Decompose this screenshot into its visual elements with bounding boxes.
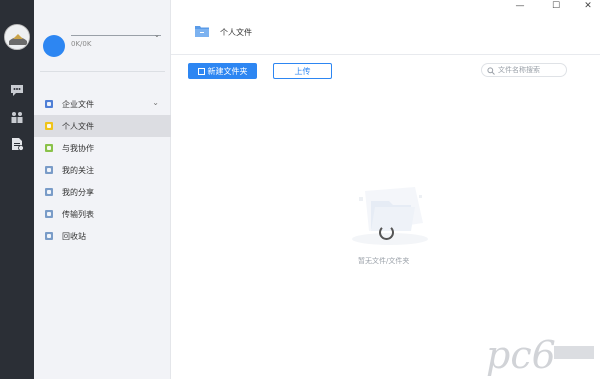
enterprise-folder-icon [45, 100, 53, 108]
sidebar-item-label: 企业文件 [62, 99, 94, 109]
app-logo[interactable] [4, 24, 30, 50]
upload-button[interactable]: 上传 [273, 63, 332, 79]
search-icon [487, 67, 495, 75]
sidebar: ⌄ 0K/0K 企业文件 ⌄ 个人文件 与我协作 我的关注 我的分享 传输列表 [34, 0, 171, 379]
divider [40, 71, 165, 72]
sidebar-item-personal-files[interactable]: 个人文件 [34, 115, 171, 137]
new-folder-label: 新建文件夹 [207, 66, 248, 76]
follow-icon [45, 166, 53, 174]
add-folder-icon [197, 67, 205, 75]
pc6-watermark: pc6 [486, 330, 596, 377]
share-icon [45, 188, 53, 196]
sidebar-item-label: 与我协作 [62, 143, 94, 153]
chevron-down-icon[interactable]: ⌄ [154, 31, 160, 39]
empty-state-text: 暂无文件/文件夹 [358, 257, 410, 265]
contacts-icon[interactable] [10, 110, 24, 124]
quota-text: 0K/0K [71, 40, 92, 48]
transfer-icon [45, 210, 53, 218]
sidebar-item-transfers[interactable]: 传输列表 [34, 203, 171, 225]
chevron-down-icon[interactable]: ⌄ [152, 98, 159, 107]
sidebar-nav: 企业文件 ⌄ 个人文件 与我协作 我的关注 我的分享 传输列表 回收站 [34, 93, 171, 247]
files-icon[interactable] [10, 137, 24, 151]
sidebar-item-label: 回收站 [62, 231, 86, 241]
sidebar-item-label: 传输列表 [62, 209, 94, 219]
personal-folder-icon [45, 122, 53, 130]
quota-bar [71, 35, 161, 36]
empty-folder-illustration [345, 183, 430, 251]
maximize-button[interactable]: ☐ [546, 0, 566, 12]
title-bar: — ☐ ✕ [171, 0, 600, 13]
new-folder-button[interactable]: 新建文件夹 [188, 63, 257, 79]
minimize-button[interactable]: — [510, 0, 530, 12]
close-button[interactable]: ✕ [578, 0, 598, 12]
sidebar-item-label: 我的分享 [62, 187, 94, 197]
search-input[interactable] [498, 65, 562, 75]
folder-icon [195, 25, 209, 37]
sidebar-item-enterprise-files[interactable]: 企业文件 ⌄ [34, 93, 171, 115]
search-box [481, 63, 567, 77]
sidebar-item-collaboration[interactable]: 与我协作 [34, 137, 171, 159]
sidebar-item-label: 我的关注 [62, 165, 94, 175]
loading-spinner [379, 225, 394, 240]
svg-text:pc6: pc6 [486, 333, 556, 376]
sidebar-item-shared[interactable]: 我的分享 [34, 181, 171, 203]
icon-rail [0, 0, 34, 379]
trash-icon [45, 232, 53, 240]
sidebar-item-recycle-bin[interactable]: 回收站 [34, 225, 171, 247]
sidebar-item-label: 个人文件 [62, 121, 94, 131]
collaboration-icon [45, 144, 53, 152]
chat-icon[interactable] [10, 83, 24, 97]
avatar[interactable] [43, 35, 65, 57]
sidebar-item-following[interactable]: 我的关注 [34, 159, 171, 181]
page-title: 个人文件 [220, 28, 252, 37]
content-header: 个人文件 [171, 13, 600, 55]
